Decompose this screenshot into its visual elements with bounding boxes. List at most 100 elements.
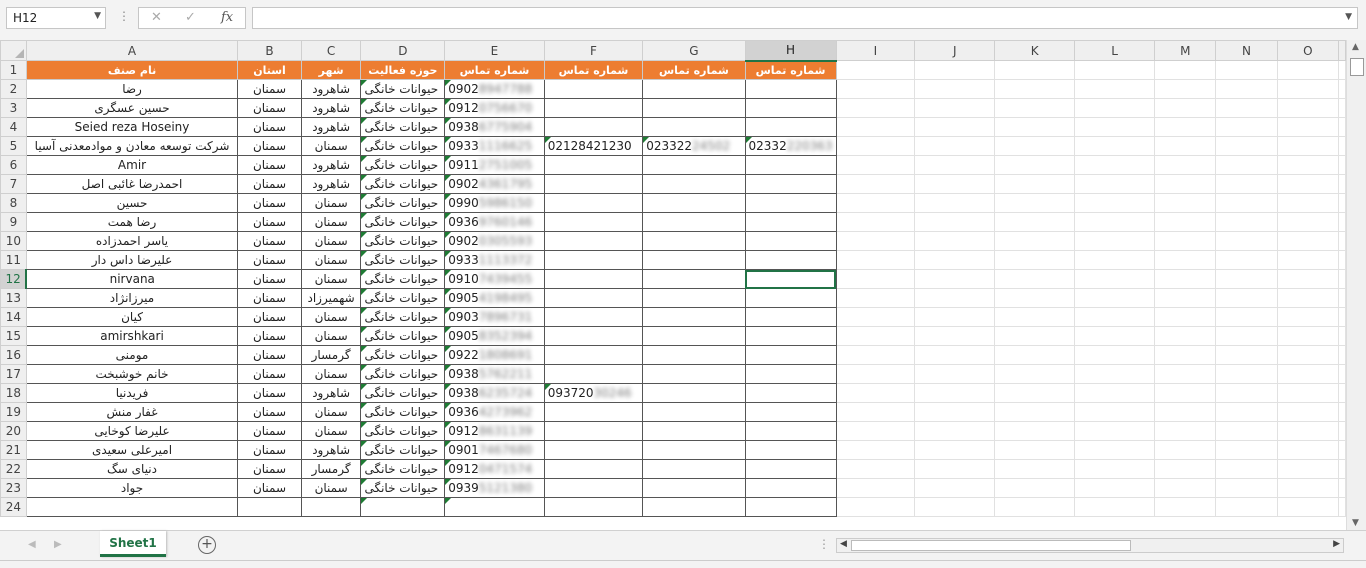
cell[interactable] <box>1154 117 1217 137</box>
phone-cell[interactable]: 09364273962 <box>444 402 545 422</box>
cell[interactable] <box>1276 421 1340 441</box>
cell[interactable] <box>1215 421 1278 441</box>
phone-4-cell[interactable] <box>744 421 837 441</box>
cell[interactable] <box>1154 79 1217 99</box>
cell[interactable] <box>994 231 1076 251</box>
phone-cell[interactable]: 09221808691 <box>444 345 545 365</box>
cell[interactable] <box>835 402 916 422</box>
cell[interactable] <box>835 79 916 99</box>
cell[interactable] <box>1338 402 1346 422</box>
cell[interactable] <box>1074 402 1156 422</box>
cell[interactable] <box>1154 421 1217 441</box>
province-cell[interactable]: سمنان <box>237 326 302 346</box>
phone-2-cell[interactable] <box>543 440 644 460</box>
field-cell[interactable]: حیوانات خانگی <box>360 174 446 194</box>
cell[interactable] <box>1154 345 1217 365</box>
cell[interactable] <box>1074 497 1156 517</box>
column-header-k[interactable]: K <box>994 40 1076 61</box>
cell[interactable] <box>835 98 916 118</box>
cell[interactable] <box>835 383 916 403</box>
row-header[interactable]: 4 <box>0 117 27 137</box>
province-cell[interactable]: سمنان <box>237 402 302 422</box>
cell[interactable] <box>914 421 996 441</box>
cell[interactable] <box>994 250 1076 270</box>
field-cell[interactable] <box>360 497 446 517</box>
scroll-right-icon[interactable]: ▶ <box>1333 539 1340 549</box>
cell[interactable] <box>994 193 1076 213</box>
column-header-f[interactable]: F <box>543 40 644 61</box>
cell[interactable] <box>994 383 1076 403</box>
cell[interactable] <box>1154 364 1217 384</box>
cell[interactable] <box>1276 98 1340 118</box>
cell[interactable] <box>994 155 1076 175</box>
city-cell[interactable]: شاهرود <box>300 79 362 99</box>
field-cell[interactable]: حیوانات خانگی <box>360 155 446 175</box>
cell[interactable] <box>914 117 996 137</box>
field-cell[interactable]: حیوانات خانگی <box>360 383 446 403</box>
row-header[interactable]: 18 <box>0 383 27 403</box>
cell[interactable] <box>1276 60 1340 80</box>
field-cell[interactable]: حیوانات خانگی <box>360 136 446 156</box>
row-header[interactable]: 2 <box>0 79 27 99</box>
name-box[interactable]: H12 ▼ <box>6 7 106 29</box>
name-cell[interactable]: علیرضا کوخایی <box>25 421 239 441</box>
city-cell[interactable]: شاهرود <box>300 117 362 137</box>
phone-4-cell[interactable] <box>744 345 837 365</box>
cell[interactable] <box>835 231 916 251</box>
phone-cell[interactable]: 09020305593 <box>444 231 545 251</box>
cell[interactable] <box>1154 136 1217 156</box>
column-header-overflow[interactable] <box>1338 40 1346 61</box>
cell[interactable] <box>994 117 1076 137</box>
cell[interactable] <box>1338 497 1346 517</box>
city-cell[interactable]: سمنان <box>300 136 362 156</box>
name-cell[interactable]: یاسر احمدزاده <box>25 231 239 251</box>
cell[interactable] <box>1276 117 1340 137</box>
cell[interactable] <box>914 193 996 213</box>
row-header[interactable]: 23 <box>0 478 27 498</box>
phone-2-cell[interactable] <box>543 307 644 327</box>
vertical-scrollbar[interactable]: ▲ ▼ <box>1346 40 1366 530</box>
province-cell[interactable]: سمنان <box>237 269 302 289</box>
name-cell[interactable]: کیان <box>25 307 239 327</box>
cell[interactable] <box>914 440 996 460</box>
city-cell[interactable]: شهمیرزاد <box>300 288 362 308</box>
phone-3-cell[interactable] <box>642 307 746 327</box>
phone-cell[interactable]: 09128631139 <box>444 421 545 441</box>
name-cell[interactable]: حسین <box>25 193 239 213</box>
cell[interactable] <box>1154 478 1217 498</box>
cell[interactable] <box>1154 440 1217 460</box>
cell[interactable] <box>1215 383 1278 403</box>
cell[interactable] <box>835 250 916 270</box>
city-cell[interactable]: شاهرود <box>300 440 362 460</box>
cell[interactable] <box>835 155 916 175</box>
phone-4-cell[interactable] <box>744 155 837 175</box>
phone-2-cell[interactable] <box>543 364 644 384</box>
cell[interactable] <box>1074 326 1156 346</box>
row-header[interactable]: 13 <box>0 288 27 308</box>
cell[interactable] <box>994 60 1076 80</box>
cell[interactable] <box>914 383 996 403</box>
phone-cell[interactable]: 09058352394 <box>444 326 545 346</box>
phone-4-cell[interactable] <box>744 383 837 403</box>
scroll-up-icon[interactable]: ▲ <box>1352 42 1359 52</box>
select-all-corner[interactable] <box>0 40 27 61</box>
cell[interactable] <box>1338 478 1346 498</box>
cell[interactable] <box>1215 459 1278 479</box>
cell[interactable] <box>1215 79 1278 99</box>
phone-4-cell[interactable] <box>744 117 837 137</box>
cell[interactable] <box>914 250 996 270</box>
cell[interactable] <box>914 459 996 479</box>
phone-4-cell[interactable] <box>744 307 837 327</box>
province-cell[interactable]: سمنان <box>237 478 302 498</box>
row-header[interactable]: 21 <box>0 440 27 460</box>
cell[interactable] <box>1276 383 1340 403</box>
cell[interactable] <box>1215 98 1278 118</box>
name-cell[interactable]: nirvana <box>25 269 239 289</box>
city-cell[interactable]: سمنان <box>300 212 362 232</box>
city-cell[interactable]: سمنان <box>300 307 362 327</box>
field-cell[interactable]: حیوانات خانگی <box>360 79 446 99</box>
field-cell[interactable]: حیوانات خانگی <box>360 193 446 213</box>
name-cell[interactable]: حسین عسگری <box>25 98 239 118</box>
cell[interactable] <box>1276 231 1340 251</box>
phone-cell[interactable]: 09120471574 <box>444 459 545 479</box>
